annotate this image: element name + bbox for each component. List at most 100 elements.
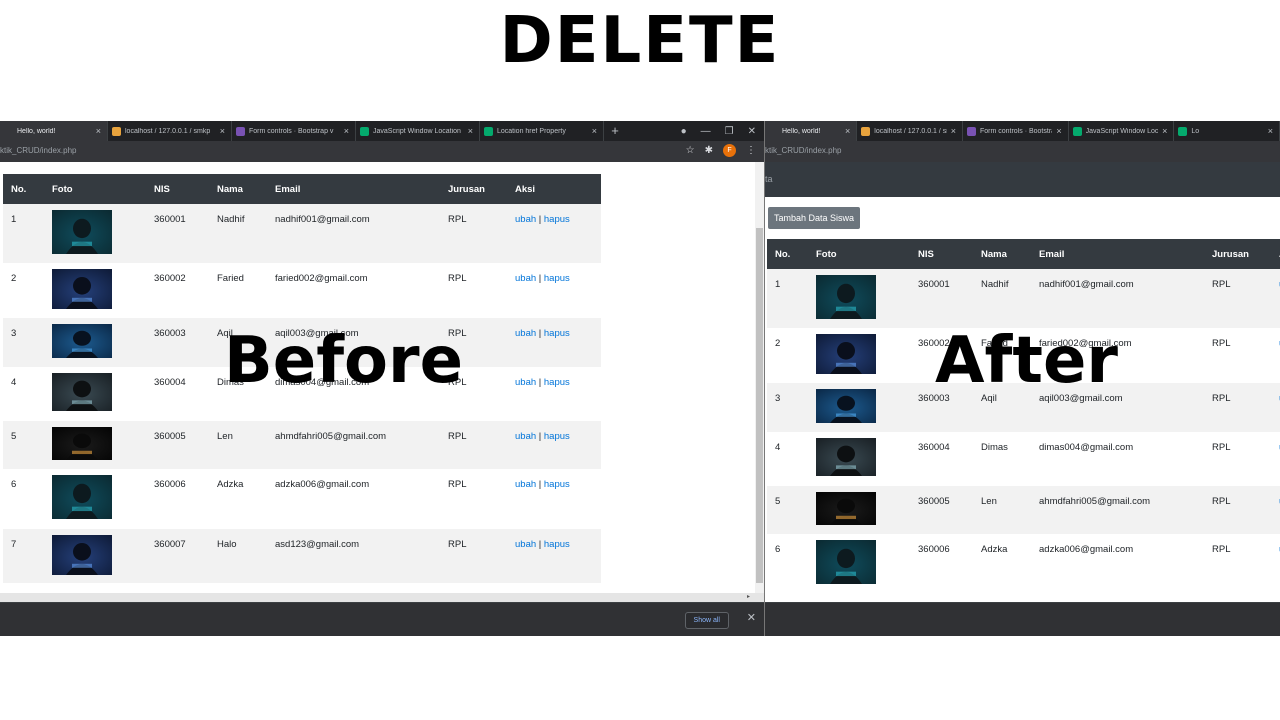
row-number: 6 [3, 469, 44, 529]
column-header: Jurusan [1204, 239, 1271, 269]
action-cell: ubah | hapus [1271, 534, 1280, 590]
edit-link[interactable]: ubah [515, 377, 536, 388]
tab-close-icon[interactable]: × [845, 126, 850, 136]
tab-4[interactable]: JavaScript Window Location× [356, 121, 480, 141]
tab-close-icon[interactable]: × [1162, 126, 1167, 136]
horizontal-scrollbar[interactable]: ▸ [0, 593, 764, 602]
show-all-button[interactable]: Show all [684, 612, 729, 629]
tab-close-icon[interactable]: × [951, 126, 956, 136]
close-window-icon[interactable]: ✕ [748, 126, 756, 137]
restore-icon[interactable]: ❐ [725, 126, 734, 137]
tab-close-icon[interactable]: × [1268, 126, 1273, 136]
delete-link[interactable]: hapus [544, 431, 570, 442]
tab-close-icon[interactable]: × [220, 126, 225, 136]
column-header: No. [3, 174, 44, 204]
tab-label: Hello, world! [782, 127, 821, 135]
tab-3[interactable]: Form controls · Bootstrap v × [963, 121, 1069, 141]
tab-close-icon[interactable]: × [592, 126, 597, 136]
name-cell: Dimas [973, 432, 1031, 486]
delete-link[interactable]: hapus [544, 539, 570, 550]
tab-close-icon[interactable]: × [468, 126, 473, 136]
delete-link[interactable]: hapus [544, 214, 570, 225]
edit-link[interactable]: ubah [515, 328, 536, 339]
email-cell: nadhif001@gmail.com [1031, 269, 1204, 328]
tab-label: Form controls · Bootstrap v [249, 127, 334, 135]
tab-5[interactable]: Lo × [1174, 121, 1280, 141]
table-row: 6 360006Adzkaadzka006@gmail.comRPLubah |… [3, 469, 601, 529]
edit-link[interactable]: ubah [515, 431, 536, 442]
tab-close-icon[interactable]: × [1056, 126, 1061, 136]
student-photo [52, 324, 112, 358]
tab-label: Lo [1191, 127, 1200, 135]
column-header: No. [767, 239, 808, 269]
delete-link[interactable]: hapus [544, 377, 570, 388]
delete-link[interactable]: hapus [544, 479, 570, 490]
edit-link[interactable]: ubah [515, 273, 536, 284]
student-photo [816, 334, 876, 374]
menu-icon[interactable]: ⋮ [746, 145, 756, 156]
email-cell: adzka006@gmail.com [267, 469, 440, 529]
email-cell: faried002@gmail.com [267, 263, 440, 318]
tab-label: Form controls · Bootstrap v [979, 127, 1052, 135]
row-number: 2 [767, 328, 808, 383]
tab-strip: Hello, world!×localhost / 127.0.0.1 / sm… [765, 121, 1280, 141]
star-icon[interactable]: ☆ [686, 145, 695, 156]
tab-5[interactable]: Location href Property × [480, 121, 604, 141]
action-cell: ubah | hapus [1271, 486, 1280, 534]
tab-2[interactable]: localhost / 127.0.0.1 / smkp × [108, 121, 232, 141]
edit-link[interactable]: ubah [515, 479, 536, 490]
tab-1[interactable]: Hello, world! × [0, 121, 108, 141]
action-cell: ubah | hapus [1271, 432, 1280, 486]
new-tab-icon[interactable]: + [604, 121, 626, 141]
photo-cell [808, 486, 910, 534]
row-number: 1 [767, 269, 808, 328]
separator: | [536, 214, 544, 225]
edit-link[interactable]: ubah [515, 214, 536, 225]
tab-label: JavaScript Window Location [1085, 127, 1159, 135]
major-cell: RPL [1204, 534, 1271, 590]
record-icon[interactable]: ● [681, 126, 687, 137]
major-cell: RPL [1204, 432, 1271, 486]
url-field[interactable]: ktik_CRUD/index.php [0, 146, 76, 155]
avatar[interactable]: F [723, 144, 736, 157]
row-number: 3 [767, 383, 808, 432]
edit-link[interactable]: ubah [515, 539, 536, 550]
url-field[interactable]: ktik_CRUD/index.php [765, 146, 841, 155]
add-student-button[interactable]: Tambah Data Siswa [768, 207, 861, 229]
tab-close-icon[interactable]: × [96, 126, 101, 136]
delete-link[interactable]: hapus [544, 273, 570, 284]
delete-link[interactable]: hapus [544, 328, 570, 339]
row-number: 6 [767, 534, 808, 590]
action-cell: ubah | hapus [507, 469, 601, 529]
separator: | [536, 273, 544, 284]
photo-cell [44, 469, 146, 529]
extensions-icon[interactable]: ✱ [705, 145, 713, 156]
page-title: DELETE [499, 4, 781, 78]
separator: | [536, 431, 544, 442]
table-row: 1 360001Nadhifnadhif001@gmail.comRPLubah… [767, 269, 1280, 328]
column-header: Aksi [507, 174, 601, 204]
close-icon[interactable]: ✕ [747, 611, 756, 624]
nis-cell: 360001 [910, 269, 973, 328]
name-cell: Len [209, 421, 267, 469]
arrow-right-icon[interactable]: ▸ [747, 593, 750, 600]
after-label: After [935, 324, 1118, 398]
tab-2[interactable]: localhost / 127.0.0.1 / smkp × [857, 121, 963, 141]
student-photo [816, 389, 876, 423]
tab-3[interactable]: Form controls · Bootstrap v × [232, 121, 356, 141]
student-photo [52, 427, 112, 460]
row-number: 5 [767, 486, 808, 534]
tab-1[interactable]: Hello, world! × [765, 121, 858, 141]
name-cell: Nadhif [973, 269, 1031, 328]
action-cell: ubah | hapus [507, 367, 601, 421]
table-row: 5 360005Lenahmdfahri005@gmail.comRPLubah… [767, 486, 1280, 534]
table-row: 5 360005Lenahmdfahri005@gmail.comRPLubah… [3, 421, 601, 469]
nis-cell: 360006 [910, 534, 973, 590]
navbar-text[interactable]: ta [765, 174, 773, 184]
student-photo [52, 373, 112, 411]
tab-4[interactable]: JavaScript Window Location× [1069, 121, 1175, 141]
phpmyadmin-icon [861, 126, 871, 136]
minimize-icon[interactable]: — [701, 126, 711, 137]
vertical-scrollbar[interactable] [755, 162, 764, 602]
tab-close-icon[interactable]: × [344, 126, 349, 136]
